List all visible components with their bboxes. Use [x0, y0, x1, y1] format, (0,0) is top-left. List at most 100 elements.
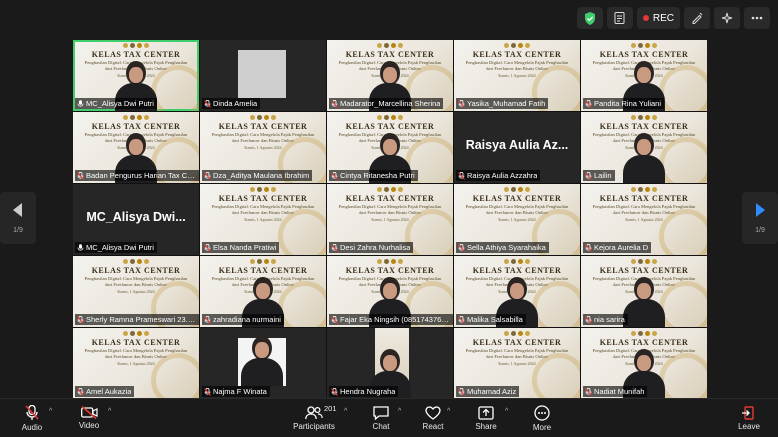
participant-tile[interactable]: KELAS TAX CENTER Penghasilan Digital: Car… [454, 184, 580, 255]
recording-indicator[interactable]: REC [636, 7, 680, 29]
slide-logos [377, 43, 403, 48]
participant-tile[interactable]: KELAS TAX CENTER Penghasilan Digital: Car… [200, 112, 326, 183]
slide-title: KELAS TAX CENTER [599, 122, 689, 131]
mic-muted-icon [585, 243, 592, 252]
leave-button[interactable]: Leave [736, 399, 762, 437]
audio-options-caret[interactable]: ^ [49, 408, 52, 415]
slide-logos [631, 187, 657, 192]
participant-tile[interactable]: MC_Alisya Dwi... MC_Alisya Dwi Putri [73, 184, 199, 255]
slide-decoration [659, 353, 707, 399]
participant-name-tag: Yasika_Muhamad Fatih [456, 98, 549, 109]
participant-name: Elsa Nanda Pratiwi [213, 243, 277, 252]
participant-tile[interactable]: KELAS TAX CENTER Penghasilan Digital: Car… [581, 112, 707, 183]
annotate-icon[interactable] [684, 7, 710, 29]
heart-react-icon [425, 405, 441, 420]
slide-logos [504, 187, 530, 192]
slide-title: KELAS TAX CENTER [472, 338, 562, 347]
slide-decoration [532, 353, 580, 399]
mic-muted-icon [204, 243, 211, 252]
participant-name: Raisya Aulia Azzahra [467, 171, 538, 180]
participant-tile[interactable]: Raisya Aulia Az... Raisya Aulia Azzahra [454, 112, 580, 183]
slide-logos [250, 115, 276, 120]
participant-name: MC_Alisya Dwi Putri [86, 99, 154, 108]
slide-logos [631, 331, 657, 336]
mic-muted-icon [331, 243, 338, 252]
participant-name-tag: Lailin [583, 170, 615, 181]
participant-tile[interactable]: KELAS TAX CENTER Penghasilan Digital: Car… [454, 256, 580, 327]
participant-tile[interactable]: KELAS TAX CENTER Penghasilan Digital: Car… [454, 328, 580, 399]
mic-muted-icon [77, 171, 84, 180]
participant-tile[interactable]: KELAS TAX CENTER Penghasilan Digital: Car… [454, 40, 580, 111]
meeting-top-bar: REC [576, 6, 770, 30]
share-label: Share [475, 421, 497, 431]
participant-tile[interactable]: Hendra Nugraha [327, 328, 453, 399]
participant-tile[interactable]: KELAS TAX CENTER Penghasilan Digital: Car… [73, 112, 199, 183]
slide-logos [123, 331, 149, 336]
participant-name-tag: Dza_Aditya Maulana Ibrahim [202, 170, 313, 181]
chat-button[interactable]: Chat [369, 399, 393, 437]
participant-figure [241, 336, 283, 386]
mic-muted-icon [458, 387, 465, 396]
participant-tile[interactable]: KELAS TAX CENTER Penghasilan Digital: Car… [73, 40, 199, 111]
slide-title: KELAS TAX CENTER [472, 50, 562, 59]
react-options-caret[interactable]: ^ [447, 408, 450, 415]
participant-name-tag: Raisya Aulia Azzahra [456, 170, 541, 181]
audio-button[interactable]: Audio [18, 399, 46, 437]
participant-tile[interactable]: KELAS TAX CENTER Penghasilan Digital: Car… [73, 328, 199, 399]
participant-tile[interactable]: Dinda Amelia [200, 40, 326, 111]
participants-options-caret[interactable]: ^ [344, 408, 347, 415]
slide-title: KELAS TAX CENTER [345, 50, 435, 59]
participant-tile[interactable]: KELAS TAX CENTER Penghasilan Digital: Car… [200, 256, 326, 327]
participants-label: Participants [293, 421, 335, 431]
slide-title: KELAS TAX CENTER [218, 122, 308, 131]
participant-name-tag: Hendra Nugraha [329, 386, 399, 397]
leave-icon [742, 405, 754, 420]
previous-page-button[interactable]: 1/9 [0, 192, 36, 244]
mic-muted-icon [458, 171, 465, 180]
more-icon[interactable] [744, 7, 770, 29]
participant-name: Desi Zahra Nurhalisa [340, 243, 411, 252]
participant-tile[interactable]: KELAS TAX CENTER Penghasilan Digital: Car… [581, 256, 707, 327]
participant-tile[interactable]: KELAS TAX CENTER Penghasilan Digital: Car… [581, 328, 707, 399]
chat-options-caret[interactable]: ^ [398, 408, 401, 415]
participant-name: Hendra Nugraha [340, 387, 396, 396]
participant-tile[interactable]: KELAS TAX CENTER Penghasilan Digital: Car… [73, 256, 199, 327]
sparkle-icon[interactable] [714, 7, 740, 29]
next-page-button[interactable]: 1/9 [742, 192, 778, 244]
more-button[interactable]: More [529, 399, 555, 437]
react-button[interactable]: React [420, 399, 446, 437]
share-options-caret[interactable]: ^ [505, 408, 508, 415]
participant-name: nia sarira [594, 315, 625, 324]
video-label: Video [78, 421, 100, 430]
participant-tile[interactable]: Najma F Winata [200, 328, 326, 399]
slide-title: KELAS TAX CENTER [599, 50, 689, 59]
participant-name: Sella Athiya Syarahaika [467, 243, 546, 252]
slide-decoration [659, 209, 707, 255]
slide-decoration [659, 281, 707, 327]
slide-title: KELAS TAX CENTER [599, 194, 689, 203]
share-button[interactable]: Share [473, 399, 499, 437]
participant-tile[interactable]: KELAS TAX CENTER Penghasilan Digital: Car… [327, 112, 453, 183]
participant-name-tag: Malika Salsabilla [456, 314, 526, 325]
participant-tile[interactable]: KELAS TAX CENTER Penghasilan Digital: Car… [327, 184, 453, 255]
meeting-toolbar: Audio ^ Video ^ Participants 201 ^ Chat … [0, 398, 778, 437]
react-label: React [422, 421, 444, 431]
more-options-icon [534, 404, 550, 421]
mic-muted-icon [331, 171, 338, 180]
participant-name-tag: Dinda Amelia [202, 98, 261, 109]
participant-tile[interactable]: KELAS TAX CENTER Penghasilan Digital: Car… [200, 184, 326, 255]
participant-tile[interactable]: KELAS TAX CENTER Penghasilan Digital: Car… [581, 40, 707, 111]
participant-tile[interactable]: KELAS TAX CENTER Penghasilan Digital: Car… [581, 184, 707, 255]
video-options-caret[interactable]: ^ [108, 408, 111, 415]
video-button[interactable]: Video [74, 399, 104, 437]
participant-tile[interactable]: KELAS TAX CENTER Penghasilan Digital: Car… [327, 40, 453, 111]
participant-tile[interactable]: KELAS TAX CENTER Penghasilan Digital: Car… [327, 256, 453, 327]
document-icon[interactable] [606, 7, 633, 29]
participant-name-tag: Nadiat Munifah [583, 386, 648, 397]
slide-title: KELAS TAX CENTER [472, 266, 562, 275]
mic-muted-icon [585, 171, 592, 180]
slide-logos [504, 259, 530, 264]
chat-icon [373, 405, 389, 420]
security-shield-icon[interactable] [576, 7, 603, 29]
participant-name-tag: MC_Alisya Dwi Putri [75, 98, 157, 109]
